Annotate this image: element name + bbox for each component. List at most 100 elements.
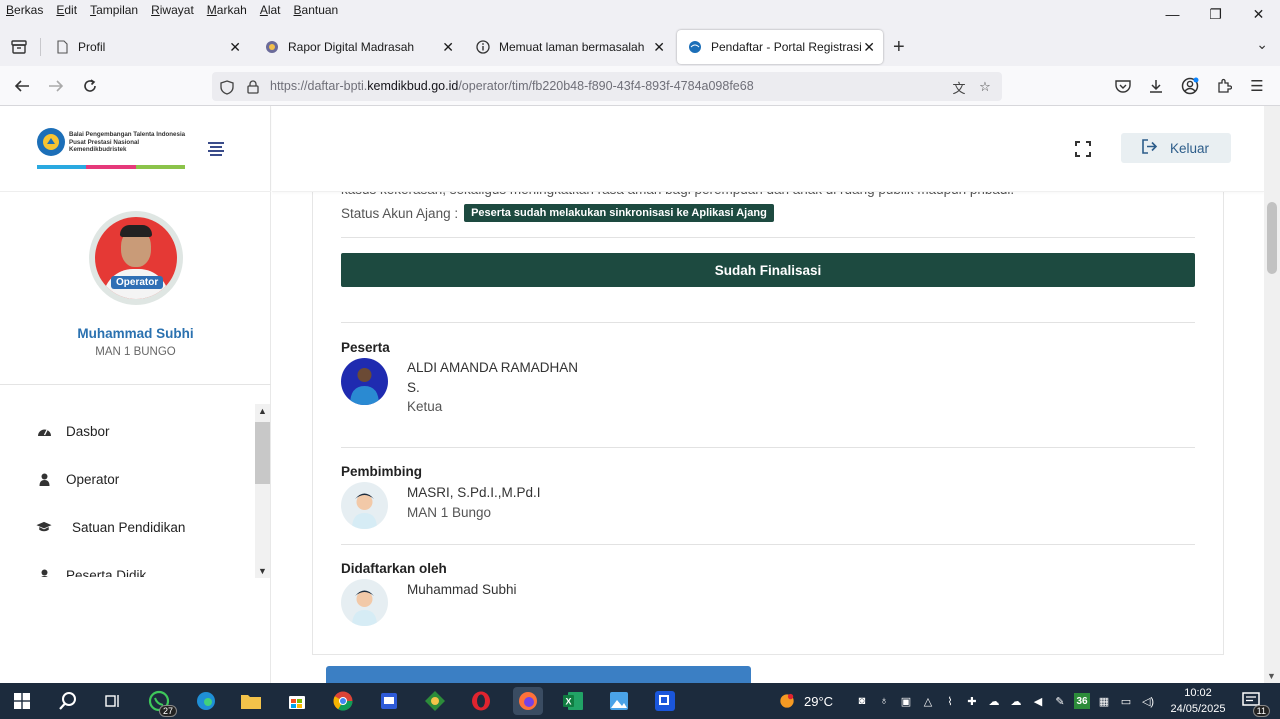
close-tab-icon[interactable]: ✕	[229, 39, 241, 56]
hamburger-menu-icon[interactable]: ☰	[1246, 75, 1268, 97]
sidebar-item-operator[interactable]: Operator	[36, 471, 119, 487]
grid-tray-icon[interactable]: ▦	[1096, 693, 1112, 709]
tab-title: Rapor Digital Madrasah	[288, 40, 415, 54]
camera-tray-icon[interactable]: ◙	[854, 693, 870, 709]
store-icon[interactable]	[283, 687, 311, 715]
extensions-icon[interactable]	[1213, 75, 1235, 97]
account-icon[interactable]	[1179, 75, 1201, 97]
file-explorer-icon[interactable]	[237, 687, 265, 715]
menu-edit[interactable]: Edit	[56, 3, 77, 17]
weather-temp[interactable]: 29°C	[804, 694, 833, 709]
chrome-icon[interactable]	[329, 687, 357, 715]
close-tab-icon[interactable]: ✕	[442, 39, 454, 56]
page-icon	[54, 39, 70, 55]
pocket-icon[interactable]	[1112, 75, 1134, 97]
reload-button[interactable]	[79, 75, 101, 97]
sidebar-item-label: Operator	[66, 471, 120, 487]
divider	[341, 322, 1195, 323]
sidebar-item-dasbor[interactable]: Dasbor	[36, 423, 110, 439]
tray-badge[interactable]: 36	[1074, 693, 1090, 709]
photos-icon[interactable]	[605, 687, 633, 715]
tab-list-button[interactable]	[8, 36, 30, 58]
page-scrollbar[interactable]: ▼	[1264, 106, 1280, 683]
clock[interactable]: 10:02 24/05/2025	[1170, 685, 1226, 717]
tool-tray-icon[interactable]: ▣	[898, 693, 914, 709]
new-tab-button[interactable]: +	[893, 36, 905, 59]
kemenag-app-icon[interactable]	[421, 687, 449, 715]
logout-button[interactable]: Keluar	[1121, 133, 1231, 163]
shield-icon[interactable]	[218, 78, 236, 96]
main-content: kasus kekerasan, sekaligus meningkatkan …	[286, 186, 1248, 683]
cloud-sync-icon[interactable]: ☁	[1008, 693, 1024, 709]
tab-pendaftar[interactable]: Pendaftar - Portal Registrasi ✕	[677, 30, 883, 64]
arrow-left-icon	[14, 80, 29, 92]
chevron-down-icon[interactable]: ⌄	[1256, 36, 1268, 53]
back-button[interactable]	[11, 75, 33, 97]
lock-icon[interactable]	[244, 78, 262, 96]
notification-icon[interactable]: 11	[1238, 687, 1270, 717]
menu-bantuan[interactable]: Bantuan	[294, 3, 339, 17]
didaftarkan-name: Muhammad Subhi	[407, 582, 517, 597]
drive-tray-icon[interactable]: △	[920, 693, 936, 709]
tab-list-icon	[11, 40, 27, 54]
forward-button[interactable]	[45, 75, 67, 97]
translate-icon[interactable]: 文	[950, 78, 968, 96]
menu-markah[interactable]: Markah	[207, 3, 247, 17]
sidebar-item-satuan-pendidikan[interactable]: Satuan Pendidikan	[36, 519, 185, 535]
menu-alat[interactable]: Alat	[260, 3, 281, 17]
tab-memuat[interactable]: Memuat laman bermasalah ✕	[465, 30, 673, 64]
printer-app-icon[interactable]	[375, 687, 403, 715]
minimize-button[interactable]: —	[1151, 0, 1194, 28]
search-icon[interactable]	[54, 687, 82, 715]
volume-icon[interactable]: ◁)	[1140, 693, 1156, 709]
network-icon[interactable]: ▭	[1118, 693, 1134, 709]
close-tab-icon[interactable]: ✕	[653, 39, 665, 56]
edge-icon[interactable]	[192, 687, 220, 715]
menu-riwayat[interactable]: Riwayat	[151, 3, 194, 17]
windows-start-icon[interactable]	[8, 687, 36, 715]
app-icon[interactable]	[651, 687, 679, 715]
kemdikbud-logo	[37, 128, 65, 156]
menu-berkas[interactable]: Berkas	[6, 3, 43, 17]
brand-line-3: Kemendikbudristek	[69, 146, 127, 153]
tab-title: Profil	[78, 40, 106, 54]
download-icon[interactable]	[1145, 75, 1167, 97]
fullscreen-icon[interactable]	[1075, 141, 1091, 157]
pen-tray-icon[interactable]: ✎	[1052, 693, 1068, 709]
profile-name[interactable]: Muhammad Subhi	[0, 326, 271, 341]
task-view-icon[interactable]	[98, 687, 126, 715]
excel-icon[interactable]: X	[559, 687, 587, 715]
shield-tray-icon[interactable]: ✚	[964, 693, 980, 709]
whatsapp-icon[interactable]: 27	[145, 687, 177, 717]
close-tab-icon[interactable]: ✕	[863, 39, 875, 56]
sidebar-toggle-icon[interactable]	[207, 142, 225, 156]
tab-rapor[interactable]: Rapor Digital Madrasah ✕	[254, 30, 462, 64]
star-icon[interactable]: ☆	[976, 78, 994, 96]
finalization-button[interactable]: Sudah Finalisasi	[341, 253, 1195, 287]
wifi-tray-icon[interactable]: ⌇	[942, 693, 958, 709]
scroll-down-icon[interactable]: ▼	[1267, 671, 1276, 681]
brand-line-2: Pusat Prestasi Nasional	[69, 138, 140, 146]
svg-text:X: X	[566, 697, 572, 707]
sidebar-scroll-thumb[interactable]	[255, 422, 270, 484]
menu-tampilan[interactable]: Tampilan	[90, 3, 138, 17]
firefox-icon[interactable]	[513, 687, 543, 715]
opera-icon[interactable]	[467, 687, 495, 715]
tab-profil[interactable]: Profil ✕	[44, 30, 249, 64]
close-window-button[interactable]: ✕	[1237, 0, 1280, 28]
headset-tray-icon[interactable]: ♁	[876, 693, 892, 709]
scroll-up-icon[interactable]: ▲	[258, 406, 267, 416]
megaphone-tray-icon[interactable]: ◀	[1030, 693, 1046, 709]
scroll-down-icon[interactable]: ▼	[258, 566, 267, 576]
url-bar[interactable]: https://daftar-bpti.kemdikbud.go.id/oper…	[212, 72, 1002, 101]
status-line: Status Akun Ajang : Peserta sudah melaku…	[341, 204, 774, 222]
sidebar-nav-clip	[0, 577, 255, 597]
cloud-off-icon[interactable]: ☁	[986, 693, 1002, 709]
page-scroll-thumb[interactable]	[1267, 202, 1277, 274]
stripe-pink	[86, 165, 136, 169]
weather-icon[interactable]	[779, 693, 795, 709]
sidebar-scrollbar[interactable]: ▲ ▼	[255, 404, 270, 578]
didaftarkan-info: Muhammad Subhi	[407, 580, 517, 600]
windows-taskbar: 27 X 29°C ◙ ♁ ▣ △ ⌇ ✚ ☁ ☁ ◀ ✎ 36 ▦ ▭ ◁) …	[0, 683, 1280, 719]
restore-button[interactable]: ❐	[1194, 0, 1237, 28]
